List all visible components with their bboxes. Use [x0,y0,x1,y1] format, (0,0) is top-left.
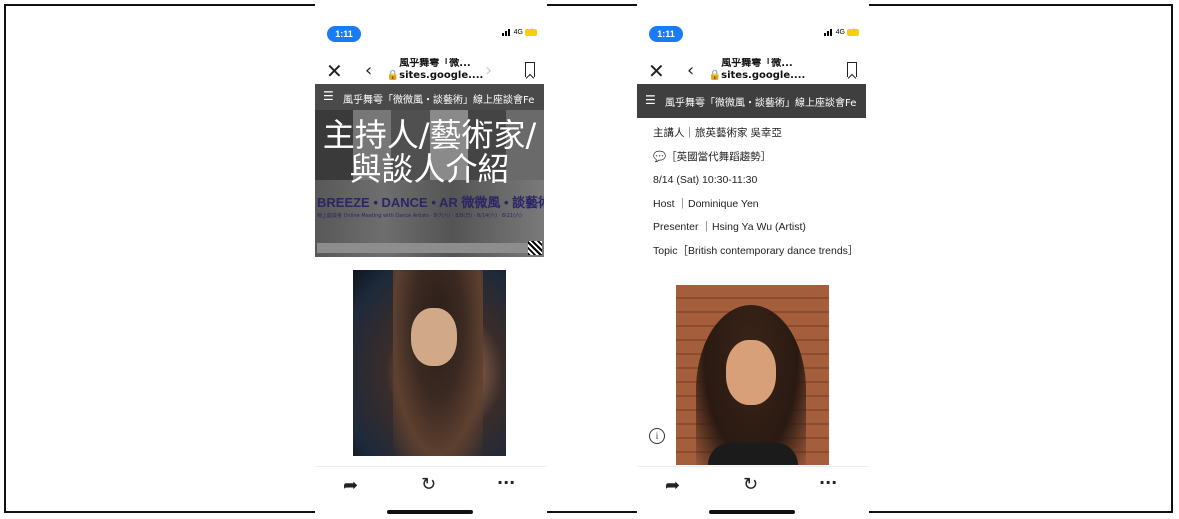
close-icon[interactable]: ✕ [648,59,665,83]
site-title: 風乎舞雩「微微風・談藝術」線上座談會Fe [343,95,535,106]
battery-icon: ⚡ [525,28,537,36]
lock-icon: 🔒 [386,70,400,81]
screenshot-frame [4,4,1173,513]
presenter-portrait-photo [676,285,829,465]
banner-footer [317,243,542,253]
hero-banner: ☰ 風乎舞雩「微微風・談藝術」線上座談會Fe 主持人/藝術家/與談人介紹 BRE… [315,84,544,257]
home-indicator[interactable] [709,510,795,514]
site-header: ☰ 風乎舞雩「微微風・談藝術」線上座談會Fe [637,84,866,118]
share-icon[interactable]: ➦ [665,475,680,496]
reload-icon[interactable]: ↻ [743,474,758,495]
banner-subtitle: 線上座談會 Online Meeting with Dance Artists … [317,213,522,219]
browser-toolbar: ➦ ↻ ··· [315,466,547,507]
reload-icon[interactable]: ↻ [421,474,436,495]
bookmark-icon[interactable] [525,62,535,77]
chevron-right-icon[interactable]: › [485,60,492,81]
more-icon[interactable]: ··· [819,473,837,492]
host-portrait-photo [353,270,506,456]
info-icon[interactable]: i [649,428,665,444]
page-url: 🔒sites.google.... [385,70,485,82]
network-type: 4G [513,28,523,36]
qr-code [528,241,542,255]
lock-icon: 🔒 [708,70,722,81]
datetime-line: 8/14 (Sat) 10:30-11:30 [653,174,758,186]
home-indicator[interactable] [387,510,473,514]
phone-right: 1:11 4G ⚡ ✕ ‹ 風乎舞雩「微... 🔒sites.google...… [637,4,869,515]
browser-toolbar: ➦ ↻ ··· [637,466,869,507]
chevron-left-icon[interactable]: ‹ [365,60,372,81]
page-url-text: sites.google.... [399,70,484,81]
menu-icon[interactable]: ☰ [645,93,656,107]
page-url-text: sites.google.... [721,70,806,81]
hero-title: 主持人/藝術家/與談人介紹 [322,116,537,188]
page-title: 風乎舞雩「微... [721,58,793,69]
close-icon[interactable]: ✕ [326,59,343,83]
speaker-line: 主講人｜旅英藝術家 吳幸亞 [653,127,782,139]
chevron-left-icon[interactable]: ‹ [687,60,694,81]
status-bar: 1:11 4G ⚡ [637,24,869,44]
page-address[interactable]: 風乎舞雩「微... 🔒sites.google.... [385,58,485,82]
site-title: 風乎舞雩「微微風・談藝術」線上座談會Fe [665,98,857,109]
page-address[interactable]: 風乎舞雩「微... 🔒sites.google.... [707,58,807,82]
status-time: 1:11 [649,26,683,42]
page-url: 🔒sites.google.... [707,70,807,82]
banner-brand: BREEZE • DANCE • AR 微微風 • 談藝術 [317,195,544,210]
menu-icon[interactable]: ☰ [323,89,334,103]
topic-zh-line: 💬［英國當代舞蹈趨勢］ [653,150,772,163]
page-title: 風乎舞雩「微... [399,58,471,69]
topic-en-line: Topic［British contemporary dance trends］ [653,244,859,257]
signal-bars-icon [823,28,834,36]
session-details: 主講人｜旅英藝術家 吳幸亞 💬［英國當代舞蹈趨勢］ 8/14 (Sat) 10:… [653,127,868,268]
status-time: 1:11 [327,26,361,42]
signal-indicator: 4G ⚡ [501,28,537,36]
network-type: 4G [835,28,845,36]
signal-indicator: 4G ⚡ [823,28,859,36]
battery-icon: ⚡ [847,28,859,36]
share-icon[interactable]: ➦ [343,475,358,496]
host-line: Host ｜Dominique Yen [653,197,759,210]
presenter-line: Presenter ｜Hsing Ya Wu (Artist) [653,221,806,233]
bookmark-icon[interactable] [847,62,857,77]
more-icon[interactable]: ··· [497,473,515,492]
phone-left: 1:11 4G ⚡ ✕ ‹ 風乎舞雩「微... 🔒sites.google...… [315,4,547,515]
signal-bars-icon [501,28,512,36]
site-header: ☰ 風乎舞雩「微微風・談藝術」線上座談會Fe [315,84,544,110]
status-bar: 1:11 4G ⚡ [315,24,547,44]
